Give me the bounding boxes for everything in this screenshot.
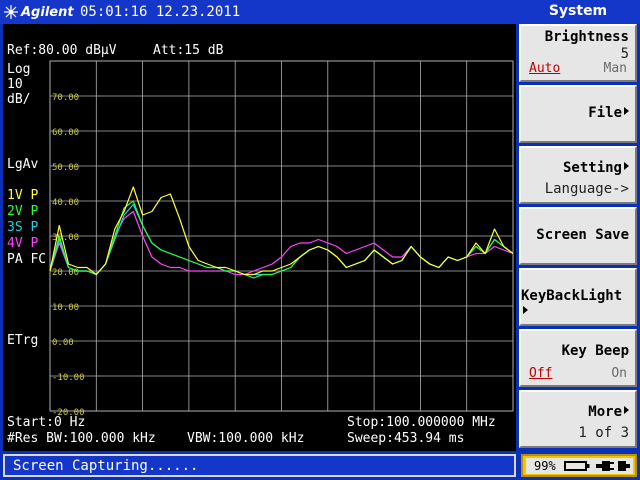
resolution-bandwidth: #Res BW:100.000 kHz [7,431,156,446]
trace3-label: 3S P [7,220,39,235]
file-softkey[interactable]: File [519,85,637,143]
keybacklight-label: KeyBackLight [521,288,623,304]
brightness-label: Brightness [544,29,629,45]
submenu-arrow-icon [523,306,528,314]
submenu-arrow-icon [624,107,629,115]
sweep-time: Sweep:453.94 ms [347,431,465,446]
status-bar: Screen Capturing...... [3,454,516,477]
battery-percent: 99% [534,459,556,473]
battery-panel-inner: 99% [526,458,633,474]
trace4-label: 4V P [7,236,39,251]
more-softkey[interactable]: More 1 of 3 [519,390,637,448]
power-plug-icon [596,461,630,471]
trace1-label: 1V P [7,188,39,203]
key-beep-on-option: On [611,366,627,381]
trace2-label: 2V P [7,204,39,219]
brightness-value: 5 [620,46,629,62]
brightness-auto-option: Auto [529,61,561,76]
average-mode: LgAv [7,157,39,172]
setting-label: Setting [562,160,622,176]
spectrum-plot: 70.0060.0050.0040.0030.0020.0010.000.00-… [49,60,514,418]
start-frequency: Start:0 Hz [7,415,86,430]
battery-icon [564,461,590,471]
key-beep-softkey[interactable]: Key Beep Off On [519,329,637,387]
more-label: More [588,404,622,420]
scale-type: Log [7,62,31,77]
status-message: Screen Capturing...... [13,458,199,474]
agilent-logo: Agilent [4,3,74,21]
scale-value: 10 [7,77,23,92]
setting-sub-label: Language-> [544,181,629,197]
screen-save-softkey[interactable]: Screen Save [519,207,637,265]
y-tick-label: 50.00 [52,163,79,173]
screen-save-label: Screen Save [536,227,629,243]
battery-panel: 99% [521,454,637,477]
key-beep-label: Key Beep [561,343,629,359]
brand-name: Agilent [21,4,74,20]
y-tick-label: 40.00 [52,198,79,208]
scale-unit: dB/ [7,92,31,107]
attenuation: Att:15 dB [153,43,224,58]
video-bandwidth: VBW:100.000 kHz [187,431,305,446]
y-tick-label: 10.00 [52,303,79,313]
setting-softkey[interactable]: Setting Language-> [519,146,637,204]
keybacklight-softkey[interactable]: KeyBackLight [519,268,637,326]
menu-title: System [548,3,608,19]
file-label: File [588,105,622,121]
y-tick-label: 70.00 [52,93,79,103]
date-time: 05:01:16 12.23.2011 [80,4,241,20]
reference-level: Ref:80.00 dBµV [7,43,117,58]
submenu-arrow-icon [624,406,629,414]
brightness-softkey[interactable]: Brightness 5 Auto Man [519,24,637,82]
trigger-indicator: ETrg [7,333,39,348]
submenu-arrow-icon [624,162,629,170]
y-tick-label: 0.00 [52,338,74,348]
pa-fc-indicator: PA FC [7,252,47,267]
stop-frequency: Stop:100.000000 MHz [347,415,496,430]
key-beep-off-option: Off [529,366,553,381]
agilent-spark-icon [4,5,18,19]
brightness-man-option: Man [603,61,627,76]
y-tick-label: 60.00 [52,128,79,138]
y-tick-label: -10.00 [52,373,85,383]
more-page-indicator: 1 of 3 [578,425,629,441]
spectrum-screen: 70.00 60.00 50.00 40.00 30.00 20.00 10.00 0.00-… [3,24,516,451]
